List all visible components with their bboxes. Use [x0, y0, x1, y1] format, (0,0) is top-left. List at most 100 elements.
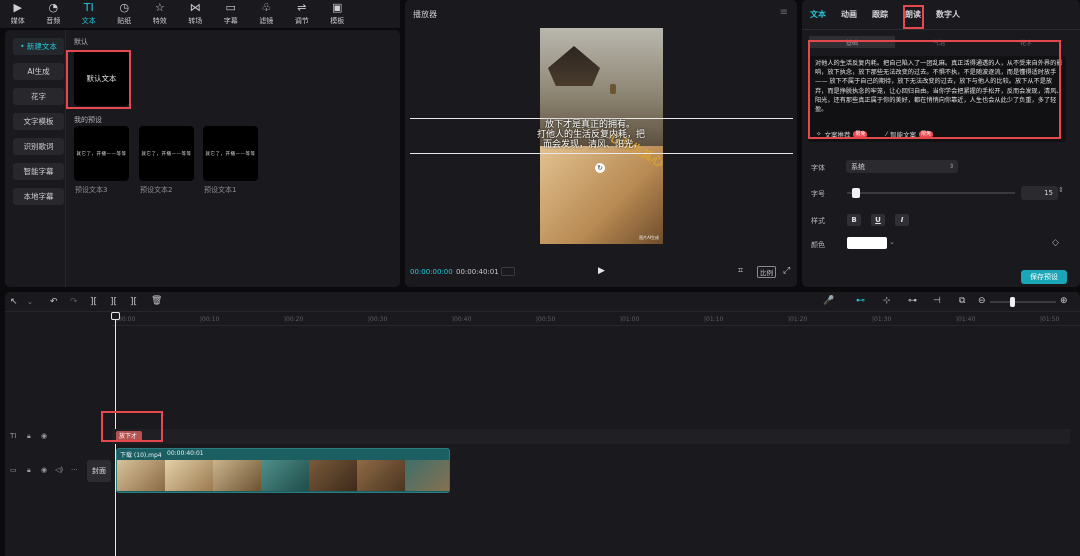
chevron-down-icon[interactable]: ⌄: [27, 298, 33, 306]
volume-icon[interactable]: ◁): [55, 466, 63, 474]
chevron-down-icon[interactable]: ⌄: [889, 238, 895, 246]
lock-icon[interactable]: 🔒︎: [27, 466, 31, 475]
preview-axis-icon[interactable]: ⊣: [933, 296, 941, 306]
lock-icon[interactable]: 🔒︎: [27, 432, 31, 441]
select-tool-icon[interactable]: ↖: [10, 297, 18, 307]
video-clip[interactable]: 下载 (10).mp4 00:00:40:01: [116, 448, 450, 493]
cover-button[interactable]: 封面: [87, 460, 111, 482]
toolbar-transition[interactable]: ⋈ 转场: [178, 0, 214, 28]
toolbar-adjust[interactable]: ⇌ 调节: [284, 0, 320, 28]
transition-icon: ⋈: [189, 1, 201, 14]
subtitle-icon: ▭: [225, 1, 236, 14]
eye-icon[interactable]: ◉: [41, 432, 47, 440]
timeline-ruler[interactable]: [112, 314, 1080, 326]
font-value: 系统: [851, 162, 865, 171]
adjust-icon: ⇌: [297, 1, 307, 14]
font-select[interactable]: 系统 ⇕: [846, 160, 958, 173]
category-fancy-text[interactable]: 花字: [13, 88, 64, 105]
toolbar-effects[interactable]: ☆ 特效: [142, 0, 178, 28]
play-icon[interactable]: ▶: [598, 266, 605, 276]
subtitle-line-2[interactable]: 打他人的生活反复内耗，把: [537, 130, 645, 140]
trim-left-icon[interactable]: ][: [110, 297, 117, 307]
snap-icon[interactable]: ⊹: [883, 296, 891, 306]
category-text-template[interactable]: 文字模板: [13, 113, 64, 130]
filter-icon: ♧: [261, 1, 272, 14]
preset-tile-2[interactable]: 就它了，开播——等等: [139, 126, 194, 181]
ai-watermark: 图片AI生成: [639, 235, 659, 240]
toolbar-template[interactable]: ▣ 模板: [320, 0, 356, 28]
preset-tile-1[interactable]: 就它了，开播——等等: [203, 126, 258, 181]
ruler-tick-label: |00:40: [452, 316, 472, 323]
category-smart-subtitle[interactable]: 智能字幕: [13, 163, 64, 180]
split-icon[interactable]: ][: [90, 297, 97, 307]
eye-icon[interactable]: ◉: [41, 466, 47, 474]
clip-thumbnail: [309, 460, 357, 491]
fullscreen-icon[interactable]: ⤢: [783, 266, 790, 276]
trim-right-icon[interactable]: ][: [130, 297, 137, 307]
fit-screen-icon[interactable]: ⌗: [738, 266, 743, 276]
highlight-box-read-aloud: [903, 5, 924, 29]
player-menu-icon[interactable]: ≡: [780, 7, 788, 18]
highlight-box-default-text: [66, 50, 131, 109]
toolbar-filter[interactable]: ♧ 滤镜: [249, 0, 285, 28]
caption-icon[interactable]: ⧉: [959, 296, 965, 306]
clip-thumbnail: [261, 460, 309, 491]
zoom-out-icon[interactable]: ⊖: [978, 296, 986, 306]
undo-icon[interactable]: ↶: [50, 297, 58, 307]
toolbar-text[interactable]: TI 文本: [71, 0, 107, 28]
zoom-slider-thumb[interactable]: [1009, 297, 1015, 307]
italic-button[interactable]: I: [895, 214, 909, 226]
preset-caption-1: 预设文本1: [204, 186, 237, 194]
size-slider-thumb[interactable]: [852, 188, 861, 198]
size-slider[interactable]: [847, 192, 1015, 194]
linkage-icon[interactable]: ⊶: [908, 296, 917, 306]
delete-icon[interactable]: 🗑: [151, 296, 162, 306]
tab-animation[interactable]: 动画: [841, 9, 857, 20]
subtitle-line-3[interactable]: 而会发现，清风、阳光，: [543, 140, 642, 150]
tab-tracking[interactable]: 跟踪: [872, 9, 888, 20]
clip-thumbnail: [213, 460, 261, 491]
underline-button[interactable]: U: [871, 214, 885, 226]
playhead-handle[interactable]: [111, 312, 120, 320]
text-icon: TI: [83, 1, 94, 14]
ruler-tick-label: |00:20: [284, 316, 304, 323]
current-time: 00:00:00:00: [410, 268, 453, 276]
size-input[interactable]: 15: [1021, 186, 1058, 200]
rotate-handle-icon[interactable]: ↻: [595, 163, 605, 173]
ruler-tick-label: |01:50: [1040, 316, 1060, 323]
toolbar-media[interactable]: ▶ 媒体: [0, 0, 36, 28]
category-lyrics[interactable]: 识别歌词: [13, 138, 64, 155]
video-clip-duration: 00:00:40:01: [167, 450, 204, 457]
preset-tile-text: 就它了，开播——等等: [205, 151, 256, 157]
timeline-toolbar: [5, 292, 1080, 312]
zoom-slider[interactable]: [990, 301, 1056, 303]
sticker-icon: ◷: [119, 1, 130, 14]
link-icon[interactable]: ⊷: [856, 296, 865, 306]
ruler-tick-label: |00:50: [536, 316, 556, 323]
category-ai-generate[interactable]: AI生成: [13, 63, 64, 80]
size-stepper-icon[interactable]: ⇕: [1058, 186, 1064, 194]
more-icon[interactable]: ···: [71, 466, 78, 474]
zoom-in-icon[interactable]: ⊕: [1060, 296, 1068, 306]
tab-text[interactable]: 文本: [810, 9, 826, 20]
keyframe-icon[interactable]: ◇: [1052, 238, 1059, 248]
microphone-icon[interactable]: 🎤: [823, 296, 834, 306]
ruler-tick-label: |00:30: [368, 316, 388, 323]
bold-button[interactable]: B: [847, 214, 861, 226]
preset-tile-3[interactable]: 就它了，开播——等等: [74, 126, 129, 181]
tab-digital-human[interactable]: 数字人: [936, 9, 960, 20]
toolbar-subtitle[interactable]: ▭ 字幕: [213, 0, 249, 28]
toolbar-sticker[interactable]: ◷ 贴纸: [107, 0, 143, 28]
toolbar-audio[interactable]: ◔ 音频: [36, 0, 72, 28]
size-value: 15: [1044, 189, 1053, 197]
category-local-subtitle[interactable]: 本地字幕: [13, 188, 64, 205]
redo-icon[interactable]: ↷: [70, 297, 78, 307]
ratio-button[interactable]: 比例: [757, 266, 776, 278]
category-new-text[interactable]: • 新建文本: [13, 38, 64, 55]
subtitle-line-1[interactable]: 放下才是真正的拥有。: [545, 120, 635, 130]
timecode-mode-icon[interactable]: [501, 267, 515, 276]
effects-icon: ☆: [154, 1, 165, 14]
color-swatch[interactable]: [847, 237, 887, 249]
save-preset-button[interactable]: 保存预设: [1021, 270, 1067, 284]
ruler-tick-label: |01:00: [620, 316, 640, 323]
